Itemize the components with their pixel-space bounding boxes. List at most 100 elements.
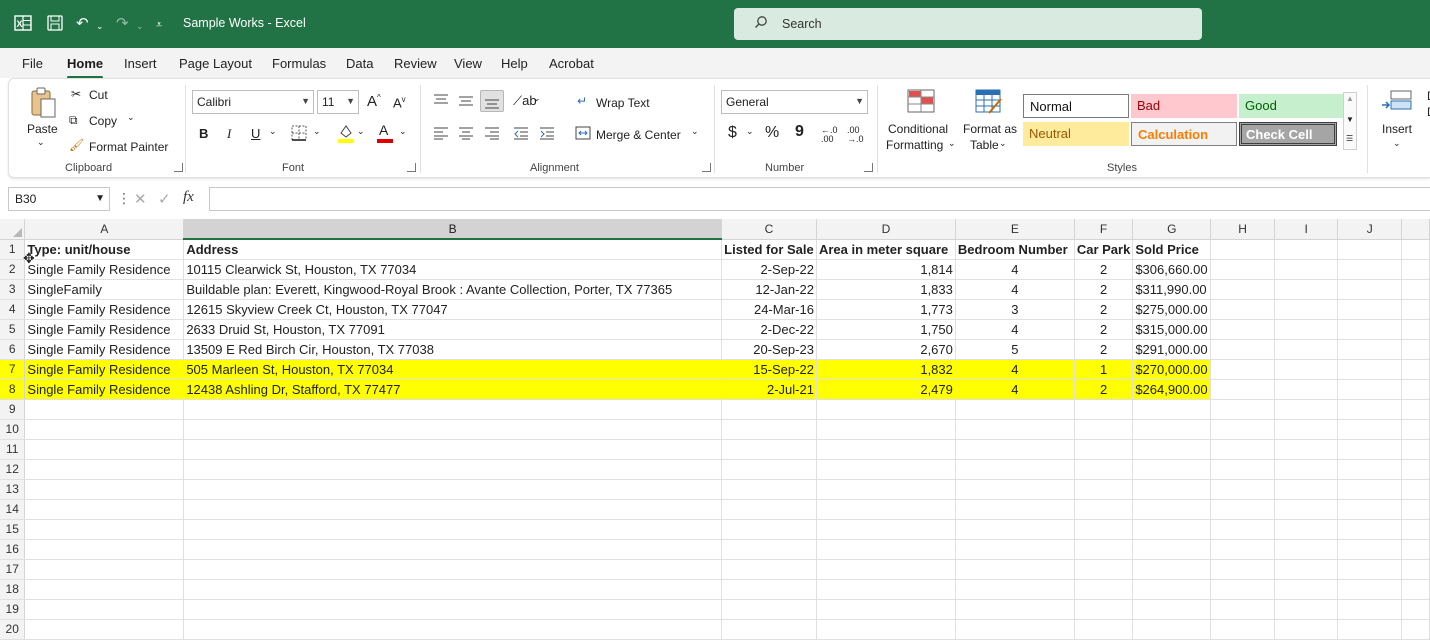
insert-cells-button[interactable]: Insert xyxy=(1382,122,1412,136)
cell-e2[interactable]: 4 xyxy=(955,259,1075,280)
cell-h3[interactable] xyxy=(1210,279,1275,300)
cell-e1[interactable]: Bedroom Number xyxy=(955,239,1075,260)
tab-data[interactable]: Data xyxy=(346,56,373,71)
style-calculation[interactable]: Calculation xyxy=(1131,122,1237,146)
empty-cell[interactable] xyxy=(1074,419,1134,440)
empty-cell[interactable] xyxy=(1274,459,1339,480)
empty-cell[interactable] xyxy=(955,579,1075,600)
underline-button[interactable]: U xyxy=(251,126,260,141)
empty-cell[interactable] xyxy=(1074,499,1134,520)
cell-b6[interactable]: 13509 E Red Birch Cir, Houston, TX 77038 xyxy=(183,339,722,360)
empty-cell[interactable] xyxy=(1132,479,1212,500)
empty-cell[interactable] xyxy=(24,499,185,520)
cell-b2[interactable]: 10115 Clearwick St, Houston, TX 77034 xyxy=(183,259,722,280)
empty-cell[interactable] xyxy=(1401,499,1430,520)
clipboard-launcher-icon[interactable] xyxy=(174,163,183,172)
currency-dropdown-icon[interactable]: ⌄ xyxy=(746,126,754,137)
cell-k3[interactable] xyxy=(1401,279,1430,300)
cell-c1[interactable]: Listed for Sale xyxy=(721,239,817,260)
empty-cell[interactable] xyxy=(1074,579,1134,600)
empty-cell[interactable] xyxy=(955,419,1075,440)
name-box[interactable]: B30 ▼ xyxy=(8,187,110,211)
empty-cell[interactable] xyxy=(1274,439,1339,460)
cell-c5[interactable]: 2-Dec-22 xyxy=(721,319,817,340)
style-check-cell[interactable]: Check Cell xyxy=(1239,122,1337,146)
empty-cell[interactable] xyxy=(816,519,956,540)
undo-icon[interactable]: ↶ xyxy=(76,14,89,34)
redo-icon[interactable]: ↷ xyxy=(116,14,129,34)
empty-cell[interactable] xyxy=(1274,479,1339,500)
empty-cell[interactable] xyxy=(24,399,185,420)
font-color-icon[interactable]: A xyxy=(377,122,393,143)
cell-g6[interactable]: $291,000.00 xyxy=(1132,339,1212,360)
cell-k7[interactable] xyxy=(1401,359,1430,380)
cancel-icon[interactable]: ✕ xyxy=(134,190,147,208)
cell-g1[interactable]: Sold Price xyxy=(1132,239,1212,260)
increase-font-size-icon[interactable]: A^ xyxy=(367,93,381,110)
cell-h8[interactable] xyxy=(1210,379,1275,400)
cell-i1[interactable] xyxy=(1274,239,1339,260)
cell-f4[interactable]: 2 xyxy=(1074,299,1134,320)
empty-cell[interactable] xyxy=(183,419,722,440)
cell-g3[interactable]: $311,990.00 xyxy=(1132,279,1212,300)
align-top-icon[interactable] xyxy=(433,93,449,110)
empty-cell[interactable] xyxy=(816,599,956,620)
paste-icon[interactable] xyxy=(29,87,57,122)
more-styles-icon[interactable]: ☰ xyxy=(1346,134,1353,143)
cell-a5[interactable]: Single Family Residence xyxy=(24,319,185,340)
cell-j3[interactable] xyxy=(1337,279,1403,300)
tab-view[interactable]: View xyxy=(454,56,482,71)
cell-d7[interactable]: 1,832 xyxy=(816,359,956,380)
empty-cell[interactable] xyxy=(1210,579,1275,600)
empty-cell[interactable] xyxy=(1274,499,1339,520)
empty-cell[interactable] xyxy=(1337,479,1403,500)
row-header[interactable]: 17 xyxy=(0,559,26,580)
empty-cell[interactable] xyxy=(1274,539,1339,560)
tab-home[interactable]: Home xyxy=(67,56,104,79)
insert-cells-dropdown-icon[interactable]: ⌄ xyxy=(1393,138,1401,149)
cell-d1[interactable]: Area in meter square xyxy=(816,239,956,260)
cell-g2[interactable]: $306,660.00 xyxy=(1132,259,1212,280)
empty-cell[interactable] xyxy=(1401,579,1430,600)
empty-cell[interactable] xyxy=(1210,499,1275,520)
empty-cell[interactable] xyxy=(1337,399,1403,420)
cell-d6[interactable]: 2,670 xyxy=(816,339,956,360)
align-left-icon[interactable] xyxy=(433,126,449,143)
empty-cell[interactable] xyxy=(1337,599,1403,620)
style-normal[interactable]: Normal xyxy=(1023,94,1129,118)
empty-cell[interactable] xyxy=(721,479,817,500)
cell-b1[interactable]: Address xyxy=(183,239,722,260)
row-header[interactable]: 8 xyxy=(0,379,26,400)
column-header-d[interactable]: D xyxy=(816,219,956,240)
tab-page-layout[interactable]: Page Layout xyxy=(179,56,252,71)
row-header[interactable]: 10 xyxy=(0,419,26,440)
row-header[interactable]: 1 xyxy=(0,239,26,260)
cell-j1[interactable] xyxy=(1337,239,1403,260)
empty-cell[interactable] xyxy=(1337,579,1403,600)
copy-button[interactable]: Copy xyxy=(89,114,117,128)
empty-cell[interactable] xyxy=(183,499,722,520)
cell-f6[interactable]: 2 xyxy=(1074,339,1134,360)
empty-cell[interactable] xyxy=(1074,619,1134,640)
empty-cell[interactable] xyxy=(183,579,722,600)
empty-cell[interactable] xyxy=(955,519,1075,540)
cell-e4[interactable]: 3 xyxy=(955,299,1075,320)
column-header-e[interactable]: E xyxy=(955,219,1075,240)
cell-a4[interactable]: Single Family Residence xyxy=(24,299,185,320)
worksheet-grid[interactable]: A B C D E F G H I J 1 Type: unit/house A… xyxy=(0,219,1430,642)
cell-j4[interactable] xyxy=(1337,299,1403,320)
empty-cell[interactable] xyxy=(1132,519,1212,540)
empty-cell[interactable] xyxy=(955,539,1075,560)
cell-b5[interactable]: 2633 Druid St, Houston, TX 77091 xyxy=(183,319,722,340)
empty-cell[interactable] xyxy=(24,479,185,500)
format-painter-icon[interactable]: 🖌 xyxy=(69,138,84,152)
cell-e8[interactable]: 4 xyxy=(955,379,1075,400)
empty-cell[interactable] xyxy=(1132,439,1212,460)
cell-b4[interactable]: 12615 Skyview Creek Ct, Houston, TX 7704… xyxy=(183,299,722,320)
empty-cell[interactable] xyxy=(816,479,956,500)
cell-j6[interactable] xyxy=(1337,339,1403,360)
empty-cell[interactable] xyxy=(183,539,722,560)
format-as-table-dropdown-icon[interactable]: ⌄ xyxy=(999,138,1007,149)
tab-formulas[interactable]: Formulas xyxy=(272,56,326,71)
empty-cell[interactable] xyxy=(1274,559,1339,580)
